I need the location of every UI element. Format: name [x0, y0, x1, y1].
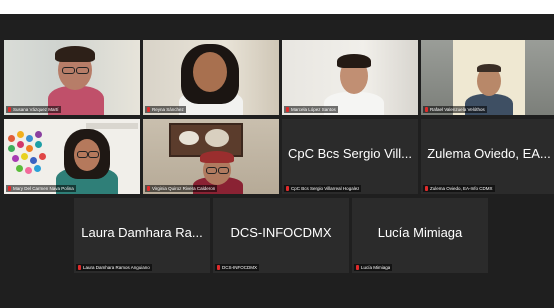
video-feed: [143, 119, 279, 194]
microphone-muted-icon: [78, 265, 81, 270]
video-call-gallery: Susana Vázquez Martí Reyna Sánchez Marce…: [0, 0, 554, 308]
microphone-muted-icon: [286, 107, 289, 112]
participant-name: Susana Vázquez Martí: [13, 107, 59, 112]
participant-tile[interactable]: Laura Damhara Ra... Laura Damhara Ramos …: [74, 198, 210, 273]
participant-tile[interactable]: Reyna Sánchez: [143, 40, 279, 115]
microphone-muted-icon: [356, 265, 359, 270]
participant-name-tag: Virginia Quiroz Rivera Calderon: [145, 185, 218, 192]
microphone-muted-icon: [147, 186, 150, 191]
participant-tile[interactable]: Mary Del Carmen Nava Polina: [4, 119, 140, 194]
participant-tile[interactable]: Marcela López Santos: [282, 40, 418, 115]
participant-name-tag: Reyna Sánchez: [145, 106, 186, 113]
participant-name-tag: Lucía Mimiaga: [354, 264, 393, 271]
video-feed: [282, 40, 418, 115]
participant-display-name: CpC Bcs Sergio Vill...: [287, 146, 413, 161]
participant-name: Virginia Quiroz Rivera Calderon: [152, 186, 216, 191]
video-feed: [421, 40, 554, 115]
participant-tile[interactable]: Rafael Valenzuela Velóthos: [421, 40, 554, 115]
logo-dots-graphic: [6, 131, 50, 187]
participant-name: Rafael Valenzuela Velóthos: [430, 107, 485, 112]
microphone-muted-icon: [8, 186, 11, 191]
participant-name: Lucía Mimiaga: [361, 265, 391, 270]
participant-display-name: Laura Damhara Ra...: [81, 225, 203, 240]
microphone-muted-icon: [8, 107, 11, 112]
participant-tile[interactable]: Zulema Oviedo, EA... Zulema Oviedo, EA-I…: [421, 119, 554, 194]
participant-name: Reyna Sánchez: [152, 107, 184, 112]
participant-display-name: Lucía Mimiaga: [377, 225, 463, 240]
participant-name: Marcela López Santos: [291, 107, 336, 112]
participant-name: CpC Bcs Sergio Villarreal Hogalez: [291, 186, 360, 191]
participant-tile[interactable]: Susana Vázquez Martí: [4, 40, 140, 115]
video-feed: [4, 119, 140, 194]
participant-name-tag: Marcela López Santos: [284, 106, 338, 113]
microphone-muted-icon: [217, 265, 220, 270]
participant-name-tag: Susana Vázquez Martí: [6, 106, 61, 113]
participant-name: Mary Del Carmen Nava Polina: [13, 186, 74, 191]
participant-tile[interactable]: CpC Bcs Sergio Vill... CpC Bcs Sergio Vi…: [282, 119, 418, 194]
microphone-muted-icon: [286, 186, 289, 191]
participant-name: Zulema Oviedo, EA-Info CDMX: [430, 186, 493, 191]
participant-display-name: Zulema Oviedo, EA...: [427, 146, 551, 161]
microphone-muted-icon: [425, 186, 428, 191]
participant-display-name: DCS-INFOCDMX: [230, 225, 332, 240]
video-feed: [4, 40, 140, 115]
participant-tile[interactable]: Lucía Mimiaga Lucía Mimiaga: [352, 198, 488, 273]
participant-name-tag: DCS-INFOCDMX: [215, 264, 259, 271]
participant-name-tag: Laura Damhara Ramos Anguiano: [76, 264, 152, 271]
participant-name-tag: Rafael Valenzuela Velóthos: [423, 106, 487, 113]
participant-name-tag: Mary Del Carmen Nava Polina: [6, 185, 76, 192]
video-feed: [143, 40, 279, 115]
participant-name-tag: Zulema Oviedo, EA-Info CDMX: [423, 185, 495, 192]
participant-name-tag: CpC Bcs Sergio Villarreal Hogalez: [284, 185, 362, 192]
participant-tile[interactable]: DCS-INFOCDMX DCS-INFOCDMX: [213, 198, 349, 273]
microphone-muted-icon: [425, 107, 428, 112]
participant-name: Laura Damhara Ramos Anguiano: [83, 265, 150, 270]
top-margin: [0, 0, 554, 14]
participant-name: DCS-INFOCDMX: [222, 265, 257, 270]
participant-tile[interactable]: Virginia Quiroz Rivera Calderon: [143, 119, 279, 194]
microphone-muted-icon: [147, 107, 150, 112]
